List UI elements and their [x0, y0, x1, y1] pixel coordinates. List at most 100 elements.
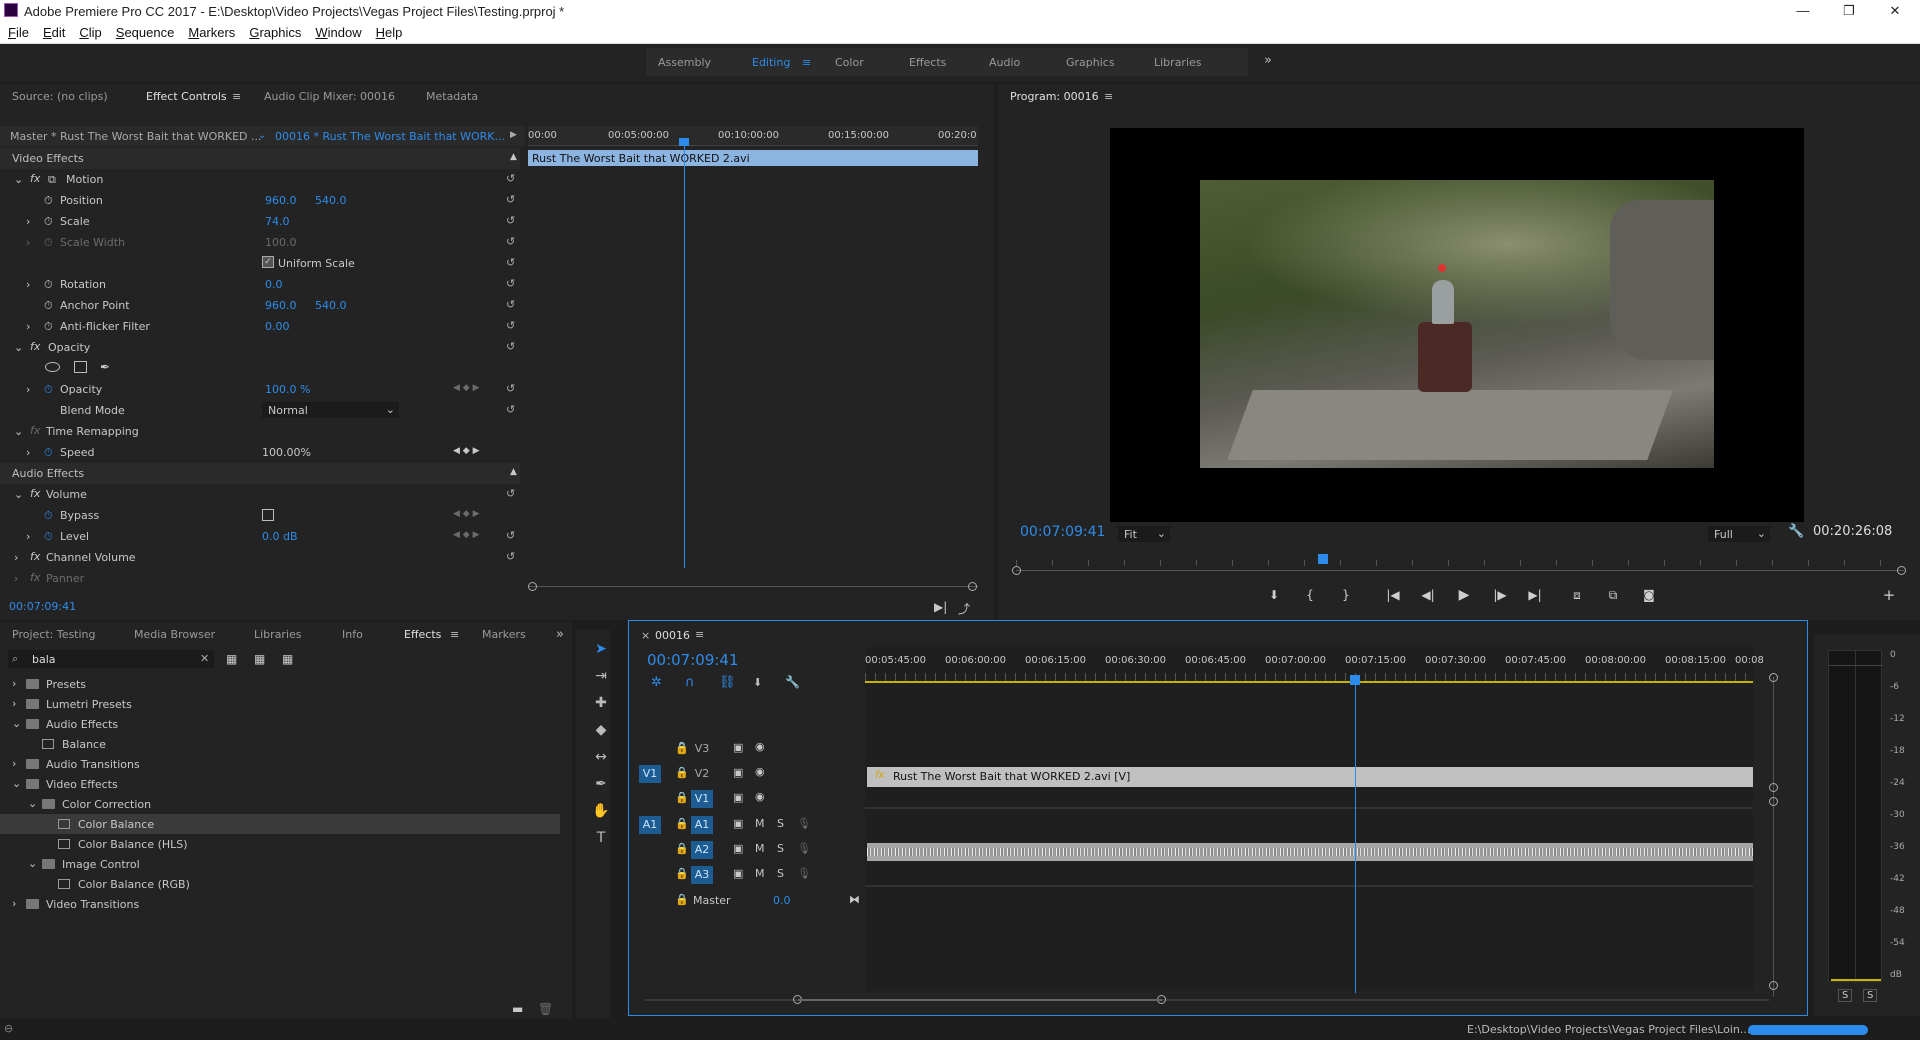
snap-icon[interactable]: ∩: [685, 675, 695, 690]
extract-icon[interactable]: ⧉: [1604, 588, 1622, 603]
effects-tree-item[interactable]: Color Balance (HLS): [0, 834, 560, 854]
add-marker-icon[interactable]: ⬇: [753, 676, 762, 689]
effects-tree-item[interactable]: ⌄ Color Correction: [0, 794, 560, 814]
restore-button[interactable]: ❐: [1826, 0, 1872, 22]
tab-project[interactable]: Project: Testing: [12, 628, 96, 641]
mute-button[interactable]: M: [755, 817, 765, 830]
position-x[interactable]: 960.0: [265, 194, 297, 207]
nest-icon[interactable]: ✲: [651, 675, 662, 690]
menu-clip[interactable]: Clip: [71, 22, 107, 40]
mute-button[interactable]: M: [755, 842, 765, 855]
step-back-icon[interactable]: ◀|: [1419, 588, 1437, 602]
source-patch-a1[interactable]: A1: [639, 816, 661, 834]
menu-markers[interactable]: Markers: [180, 22, 241, 40]
eye-icon[interactable]: ◉: [755, 740, 765, 753]
filter-icon[interactable]: ▶|: [934, 600, 947, 614]
menu-graphics[interactable]: Graphics: [241, 22, 307, 40]
chevron-right-icon[interactable]: ›: [12, 677, 16, 690]
effects-tree-item[interactable]: ⌄ Audio Effects: [0, 714, 560, 734]
mark-out-icon[interactable]: }: [1337, 588, 1355, 602]
position-y[interactable]: 540.0: [315, 194, 347, 207]
slip-tool-icon[interactable]: ↔: [592, 748, 610, 766]
timeline-timecode[interactable]: 00:07:09:41: [647, 651, 739, 669]
play-button[interactable]: ▶: [1455, 587, 1473, 603]
workspace-overflow-icon[interactable]: »: [1264, 53, 1272, 68]
panel-menu-icon[interactable]: ≡: [695, 628, 704, 641]
uniform-scale-checkbox[interactable]: ✓: [262, 256, 274, 268]
effects-tree-item[interactable]: › Video Transitions: [0, 894, 560, 914]
tab-libraries[interactable]: Libraries: [254, 628, 302, 641]
menu-window[interactable]: Window: [307, 22, 367, 40]
add-marker-icon[interactable]: ⬇: [1265, 588, 1283, 602]
solo-button[interactable]: S: [777, 817, 784, 830]
effects-tree-item[interactable]: Color Balance: [0, 814, 560, 834]
effect-channel-volume[interactable]: › fx Channel Volume ↺: [0, 547, 520, 568]
blend-mode-select[interactable]: Normal ⌄: [262, 402, 399, 418]
program-scrubber[interactable]: [1016, 570, 1904, 571]
timeline-settings-icon[interactable]: 🔧: [785, 675, 800, 689]
effect-time-remapping[interactable]: ⌄ fx Time Remapping: [0, 421, 520, 442]
workspace-tab-assembly[interactable]: Assembly: [658, 56, 711, 69]
play-clip-icon[interactable]: ▶: [510, 130, 517, 140]
go-to-end-icon[interactable]: ⧓: [849, 893, 860, 906]
playback-resolution-select[interactable]: Full ⌄: [1708, 526, 1770, 542]
zoom-handle-right[interactable]: [968, 582, 977, 591]
sync-lock-icon[interactable]: ▣: [733, 766, 743, 779]
workspace-tab-color[interactable]: Color: [835, 56, 864, 69]
panel-menu-icon[interactable]: ≡: [1104, 90, 1113, 103]
effect-opacity[interactable]: ⌄ fx Opacity ↺: [0, 337, 520, 358]
tab-source[interactable]: Source: (no clips): [12, 90, 108, 103]
voiceover-icon[interactable]: 🎙: [797, 867, 811, 880]
type-tool-icon[interactable]: T: [592, 829, 610, 847]
tab-audio-clip-mixer[interactable]: Audio Clip Mixer: 00016: [264, 90, 395, 103]
sync-lock-icon[interactable]: ▣: [733, 741, 743, 754]
sync-lock-icon[interactable]: ▣: [733, 867, 743, 880]
chevron-down-icon[interactable]: ⌄: [12, 717, 21, 730]
track-target-a2[interactable]: A2: [691, 841, 713, 859]
mark-in-icon[interactable]: {: [1301, 588, 1319, 602]
hand-tool-icon[interactable]: ✋: [592, 802, 610, 820]
clear-search-icon[interactable]: ✕: [200, 652, 209, 665]
delete-icon[interactable]: 🗑: [538, 1002, 553, 1016]
export-icon[interactable]: ⤴: [958, 600, 970, 617]
track-target-a1[interactable]: A1: [691, 816, 713, 834]
workspace-tab-libraries[interactable]: Libraries: [1154, 56, 1202, 69]
effects-tree-item[interactable]: ⌄ Image Control: [0, 854, 560, 874]
panel-menu-icon[interactable]: ≡: [450, 628, 459, 641]
minimize-button[interactable]: —: [1780, 0, 1826, 22]
scale-value[interactable]: 74.0: [265, 215, 290, 228]
effects-tree-item[interactable]: › Lumetri Presets: [0, 694, 560, 714]
solo-button[interactable]: S: [777, 842, 784, 855]
workspace-tab-audio[interactable]: Audio: [989, 56, 1020, 69]
chevron-down-icon[interactable]: ⌄: [28, 857, 37, 870]
voiceover-icon[interactable]: 🎙: [797, 817, 811, 830]
sync-lock-icon[interactable]: ▣: [733, 817, 743, 830]
pen-mask-icon[interactable]: ✒: [100, 360, 110, 374]
sequence-tab[interactable]: 00016: [655, 629, 690, 642]
program-title[interactable]: Program: 00016: [1010, 90, 1099, 103]
linked-selection-icon[interactable]: ⛓: [719, 675, 736, 690]
sync-lock-icon[interactable]: ▣: [733, 842, 743, 855]
effects-tree-item[interactable]: Color Balance (RGB): [0, 874, 560, 894]
solo-button[interactable]: S: [777, 867, 784, 880]
track-target-v2[interactable]: V2: [691, 765, 713, 783]
tab-media-browser[interactable]: Media Browser: [134, 628, 215, 641]
menu-help[interactable]: Help: [368, 22, 409, 40]
voiceover-icon[interactable]: 🎙: [797, 842, 811, 855]
sync-lock-icon[interactable]: ▣: [733, 791, 743, 804]
wrench-icon[interactable]: 🔧: [1788, 524, 1804, 539]
export-frame-icon[interactable]: ◙: [1640, 588, 1658, 602]
chevron-right-icon[interactable]: ›: [12, 757, 16, 770]
mute-button[interactable]: M: [755, 867, 765, 880]
razor-tool-icon[interactable]: ◆: [592, 721, 610, 739]
eye-icon[interactable]: ◉: [755, 790, 765, 803]
tab-effect-controls[interactable]: Effect Controls: [146, 90, 227, 103]
accelerated-effects-icon[interactable]: ▦: [226, 652, 237, 666]
master-volume-value[interactable]: 0.0: [773, 894, 791, 907]
status-icon[interactable]: ⊖: [4, 1022, 13, 1035]
pen-tool-icon[interactable]: ✒: [592, 775, 610, 793]
tab-markers[interactable]: Markers: [482, 628, 526, 641]
track-target-v1[interactable]: V1: [691, 790, 713, 808]
track-select-tool-icon[interactable]: ⇥: [592, 667, 610, 685]
lift-icon[interactable]: ⧈: [1568, 588, 1586, 603]
